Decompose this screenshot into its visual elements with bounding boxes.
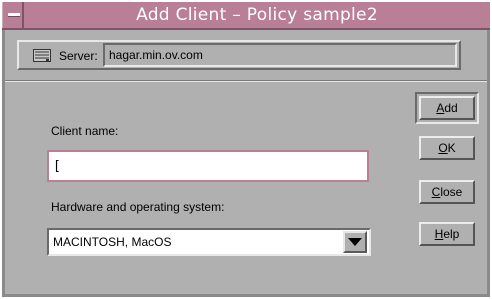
close-button[interactable]: Close — [419, 180, 475, 204]
window-menu-icon — [8, 13, 20, 16]
title-bar[interactable]: Add Client – Policy sample2 — [2, 2, 490, 30]
help-button[interactable]: Help — [419, 222, 475, 246]
window-title: Add Client – Policy sample2 — [136, 5, 378, 25]
add-button-label: dd — [444, 101, 458, 115]
ok-button[interactable]: OK — [419, 136, 475, 160]
server-value: hagar.min.ov.com — [109, 48, 203, 62]
window-menu-button[interactable] — [2, 2, 24, 28]
server-panel: Server: hagar.min.ov.com — [17, 40, 461, 70]
add-button[interactable]: Add — [419, 96, 475, 120]
add-client-dialog: Add Client – Policy sample2 Server: haga… — [2, 2, 490, 297]
dropdown-button[interactable] — [343, 231, 367, 253]
client-name-field-frame — [47, 150, 369, 182]
ok-button-mnemonic: O — [438, 141, 448, 155]
help-button-label: elp — [443, 227, 460, 241]
hardware-os-selected-value: MACINTOSH, MacOS — [53, 235, 172, 249]
client-name-input[interactable] — [51, 154, 367, 178]
chevron-down-icon — [348, 238, 362, 246]
server-label: Server: — [59, 49, 98, 63]
client-name-label: Client name: — [51, 124, 119, 138]
close-button-label: lose — [440, 185, 463, 199]
server-field: hagar.min.ov.com — [103, 43, 457, 67]
header-separator — [5, 80, 487, 82]
hardware-os-label: Hardware and operating system: — [51, 200, 225, 214]
server-icon — [33, 49, 51, 62]
hardware-os-select[interactable]: MACINTOSH, MacOS — [47, 228, 371, 256]
ok-button-label: K — [447, 141, 456, 155]
